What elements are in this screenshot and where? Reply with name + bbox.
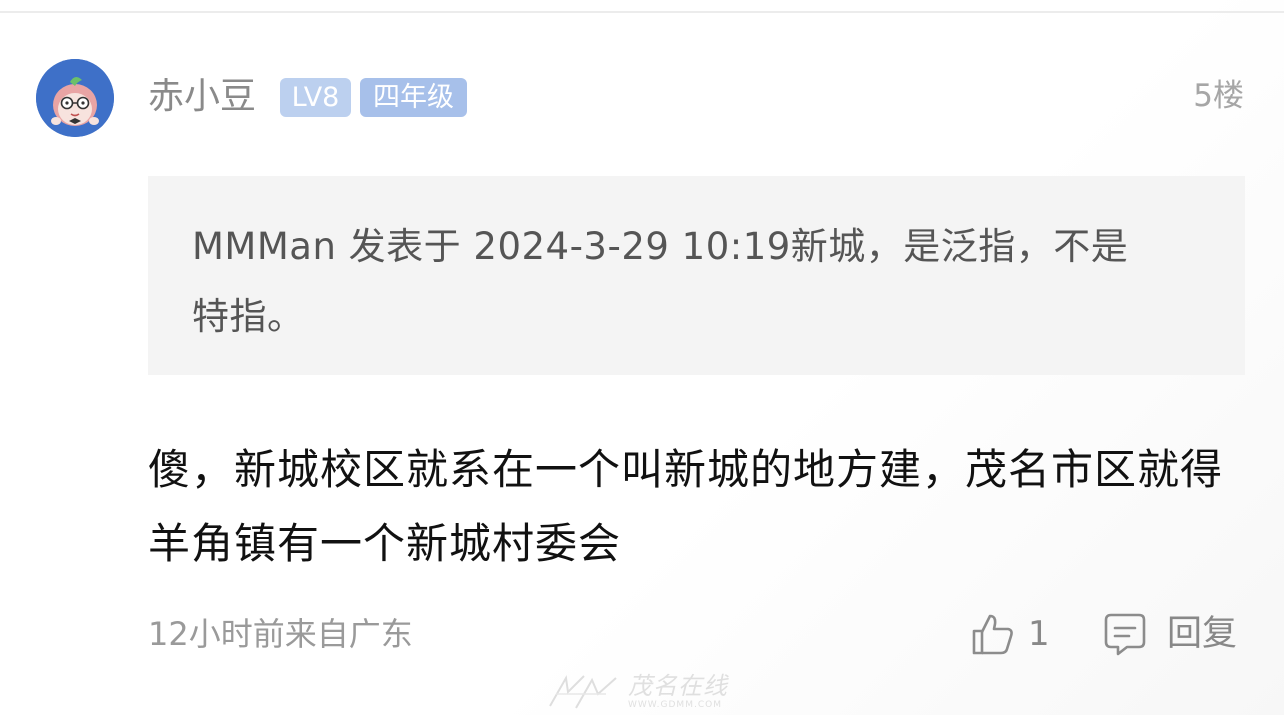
floor-number: 5楼: [1193, 78, 1244, 114]
comment-icon: [1104, 613, 1146, 656]
post-content: 傻，新城校区就系在一个叫新城的地方建，茂名市区就得羊角镇有一个新城村委会: [148, 445, 1224, 568]
watermark-brand: 茂名在线: [628, 672, 728, 700]
post-card: 赤小豆 LV8 四年级 5楼 MMMan 发表于 2024-3-29 10:19…: [0, 0, 1284, 715]
top-divider: [0, 11, 1284, 13]
thumbs-up-icon: [972, 614, 1013, 655]
level-badge: LV8: [280, 78, 351, 117]
reply-button[interactable]: 回复: [1103, 608, 1237, 660]
username[interactable]: 赤小豆: [148, 74, 256, 120]
avatar-icon: [36, 59, 114, 137]
watermark-logo-icon: [549, 674, 617, 709]
quote-block: MMMan 发表于 2024-3-29 10:19新城，是泛指，不是特指。: [148, 176, 1245, 375]
avatar[interactable]: [36, 59, 114, 137]
like-count: 1: [1028, 614, 1050, 654]
quote-text: MMMan 发表于 2024-3-29 10:19新城，是泛指，不是特指。: [192, 225, 1129, 338]
reply-label: 回复: [1167, 614, 1238, 654]
watermark: 茂名在线 WWW.GDMM.COM: [546, 672, 746, 712]
like-button[interactable]: 1: [970, 608, 1050, 660]
post-meta: 12小时前来自广东: [148, 615, 413, 653]
grade-badge: 四年级: [360, 78, 467, 117]
watermark-url: WWW.GDMM.COM: [628, 700, 722, 710]
